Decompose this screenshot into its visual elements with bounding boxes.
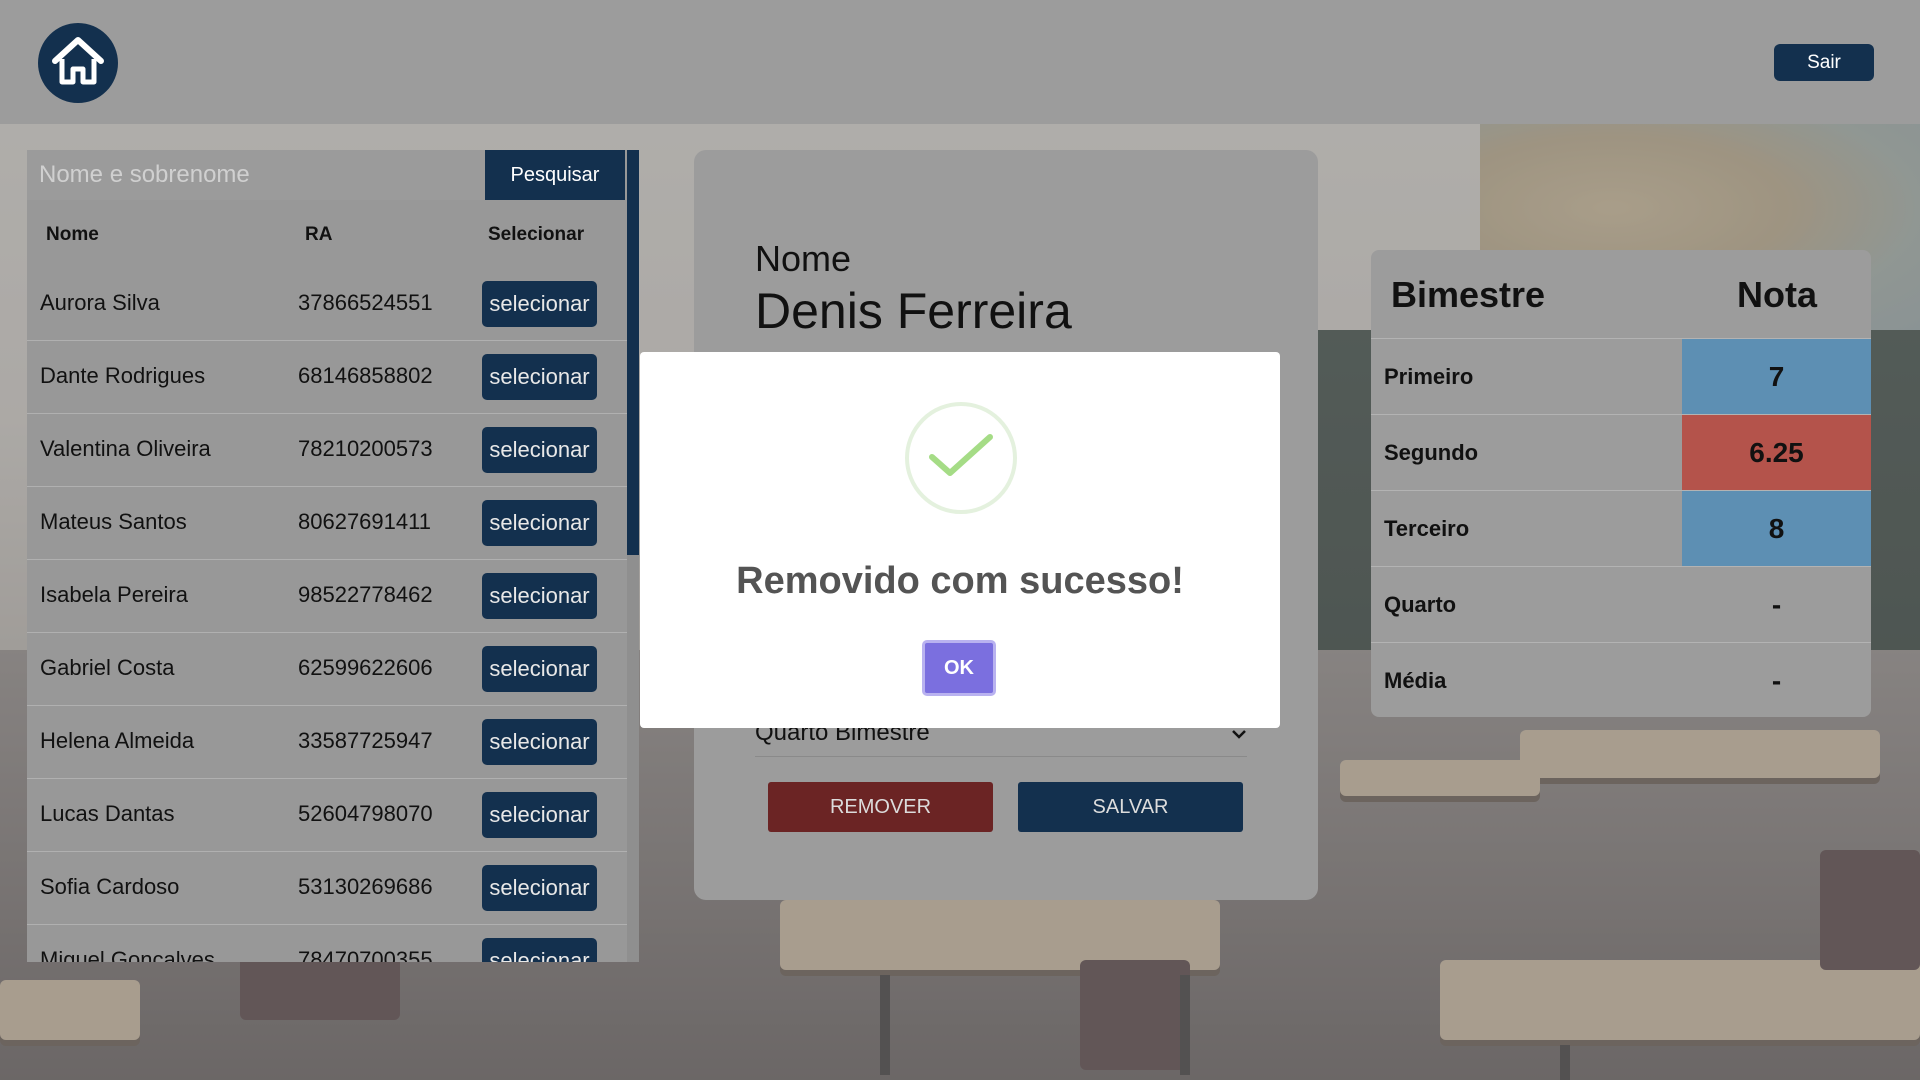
student-ra-cell: 52604798070 — [298, 801, 433, 826]
table-row: Miguel Gonçalves 78470700355 selecionar — [27, 925, 627, 962]
select-student-button[interactable]: selecionar — [482, 573, 597, 619]
student-ra-cell: 37866524551 — [298, 290, 433, 315]
student-ra-cell: 80627691411 — [298, 509, 431, 534]
logout-button[interactable]: Sair — [1774, 44, 1874, 81]
grade-value: - — [1771, 589, 1782, 620]
student-ra-cell: 68146858802 — [298, 363, 433, 388]
student-name-cell: Mateus Santos — [40, 509, 187, 534]
column-header-name: Nome — [46, 224, 99, 245]
bimester-label: Quarto — [1384, 592, 1457, 617]
bimester-label: Média — [1384, 668, 1447, 693]
bimester-label: Primeiro — [1384, 364, 1474, 389]
table-row: Aurora Silva 37866524551 selecionar — [27, 268, 627, 341]
table-row: Valentina Oliveira 78210200573 selecionar — [27, 414, 627, 487]
modal-title: Removido com sucesso! — [736, 560, 1184, 602]
select-student-button[interactable]: selecionar — [482, 938, 597, 962]
check-icon — [926, 431, 996, 486]
grade-row: Quarto - — [1371, 566, 1871, 643]
select-student-button[interactable]: selecionar — [482, 719, 597, 765]
column-header-bimester: Bimestre — [1391, 274, 1546, 315]
table-row: Helena Almeida 33587725947 selecionar — [27, 706, 627, 779]
student-name-cell: Isabela Pereira — [40, 582, 188, 607]
table-row: Dante Rodrigues 68146858802 selecionar — [27, 341, 627, 414]
student-name-cell: Dante Rodrigues — [40, 363, 206, 388]
student-name-cell: Helena Almeida — [40, 728, 195, 753]
student-ra-cell: 62599622606 — [298, 655, 433, 680]
grade-row: Média - — [1371, 642, 1871, 717]
column-header-ra: RA — [305, 224, 333, 245]
column-header-select: Selecionar — [488, 224, 585, 245]
grade-row: Segundo 6.25 — [1371, 414, 1871, 491]
select-student-button[interactable]: selecionar — [482, 427, 597, 473]
table-row: Sofia Cardoso 53130269686 selecionar — [27, 852, 627, 925]
grade-row: Primeiro 7 — [1371, 338, 1871, 415]
student-name-cell: Aurora Silva — [40, 290, 160, 315]
student-ra-cell: 53130269686 — [298, 874, 433, 899]
save-button[interactable]: SALVAR — [1018, 782, 1243, 832]
select-student-button[interactable]: selecionar — [482, 500, 597, 546]
student-name: Denis Ferreira — [755, 283, 1072, 339]
bimester-label: Segundo — [1384, 440, 1479, 465]
name-label: Nome — [755, 238, 852, 279]
home-icon — [49, 32, 107, 95]
grade-row: Terceiro 8 — [1371, 490, 1871, 567]
student-ra-cell: 78210200573 — [298, 436, 433, 461]
column-header-grade: Nota — [1737, 274, 1817, 315]
grade-value: 6.25 — [1682, 415, 1871, 491]
top-header: Sair — [0, 0, 1920, 124]
grade-value: 7 — [1682, 339, 1871, 415]
select-student-button[interactable]: selecionar — [482, 646, 597, 692]
select-student-button[interactable]: selecionar — [482, 792, 597, 838]
student-ra-cell: 98522778462 — [298, 582, 433, 607]
home-button[interactable] — [38, 23, 118, 103]
student-name-cell: Miguel Gonçalves — [40, 947, 215, 962]
table-row: Gabriel Costa 62599622606 selecionar — [27, 633, 627, 706]
student-name-cell: Lucas Dantas — [40, 801, 175, 826]
student-ra-cell: 78470700355 — [298, 947, 433, 962]
search-bar: Pesquisar — [27, 150, 627, 200]
grades-table-header: Bimestre Nota — [1371, 250, 1871, 338]
grade-value: - — [1771, 665, 1782, 696]
search-button[interactable]: Pesquisar — [485, 150, 625, 200]
table-row: Isabela Pereira 98522778462 selecionar — [27, 560, 627, 633]
scrollbar-thumb[interactable] — [627, 150, 639, 555]
select-student-button[interactable]: selecionar — [482, 865, 597, 911]
grades-table: Bimestre Nota Primeiro 7 Segundo 6.25 Tercei… — [1371, 250, 1871, 717]
table-row: Lucas Dantas 52604798070 selecionar — [27, 779, 627, 852]
student-list-panel: Pesquisar Nome RA Selecionar Aurora Silv… — [27, 150, 639, 962]
student-table-body: Aurora Silva 37866524551 selecionar Dante R… — [27, 268, 627, 962]
bimester-label: Terceiro — [1384, 516, 1470, 541]
select-student-button[interactable]: selecionar — [482, 281, 597, 327]
select-student-button[interactable]: selecionar — [482, 354, 597, 400]
grade-value: 8 — [1682, 491, 1871, 567]
success-check-circle — [905, 402, 1017, 514]
list-scrollbar[interactable] — [627, 150, 639, 962]
student-name-cell: Gabriel Costa — [40, 655, 175, 680]
student-name-cell: Sofia Cardoso — [40, 874, 180, 899]
remove-button[interactable]: REMOVER — [768, 782, 993, 832]
student-ra-cell: 33587725947 — [298, 728, 433, 753]
student-table-header: Nome RA Selecionar — [27, 200, 627, 268]
search-input[interactable] — [27, 150, 485, 200]
student-name-cell: Valentina Oliveira — [40, 436, 211, 461]
ok-button[interactable]: OK — [922, 640, 996, 696]
success-modal: Removido com sucesso! OK — [640, 352, 1280, 728]
table-row: Mateus Santos 80627691411 selecionar — [27, 487, 627, 560]
